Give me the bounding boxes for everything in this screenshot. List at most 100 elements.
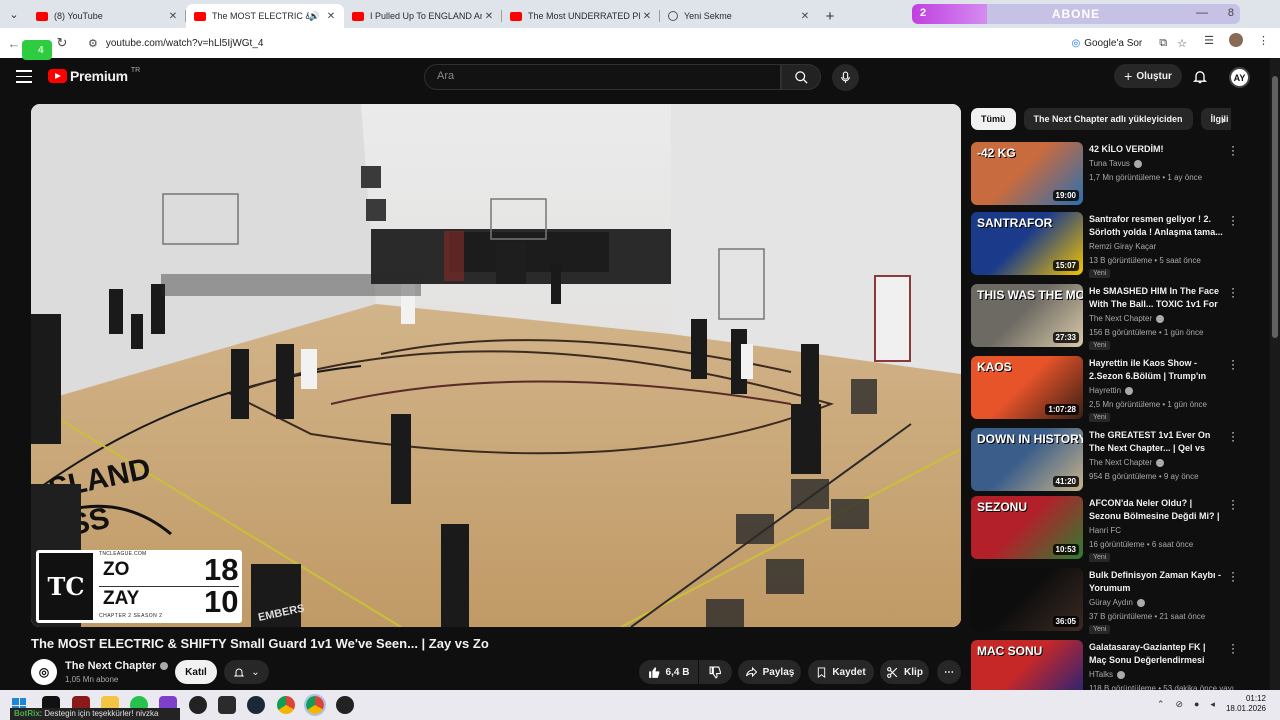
chrome-active-icon[interactable] xyxy=(304,694,326,716)
recommendation-item[interactable]: DOWN IN HISTORY 41:20 The GREATEST 1v1 Eve… xyxy=(971,426,1241,492)
more-vert-icon[interactable]: · · · xyxy=(1229,354,1237,374)
bookmark-star-icon[interactable]: ☆ xyxy=(1177,37,1187,50)
site-info-icon[interactable]: ⚙ xyxy=(88,37,98,50)
chip-from-uploader[interactable]: The Next Chapter adlı yükleyiciden xyxy=(1023,108,1193,130)
speaker-icon[interactable]: ◂ xyxy=(1210,699,1215,710)
recommendation-channel[interactable]: Hanri FC xyxy=(1089,526,1121,535)
search-button[interactable] xyxy=(781,64,821,90)
url-text[interactable]: youtube.com/watch?v=hLl5IjWGt_4 xyxy=(106,38,1072,49)
recommendation-channel[interactable]: Tuna Tavus xyxy=(1089,159,1142,168)
reload-icon[interactable]: ↻ xyxy=(50,31,74,55)
more-vert-icon[interactable]: · · · xyxy=(1229,638,1237,658)
youtube-premium-logo[interactable]: Premium TR xyxy=(48,67,140,84)
more-vert-icon[interactable]: · · · xyxy=(1229,140,1237,160)
recommendation-channel[interactable]: Güray Aydın xyxy=(1089,598,1145,607)
page-scrollbar[interactable] xyxy=(1270,58,1280,690)
video-thumbnail[interactable]: 36:05 xyxy=(971,568,1083,631)
related-filter-chips: Tümü The Next Chapter adlı yükleyiciden … xyxy=(971,108,1231,130)
more-vert-icon[interactable]: · · · xyxy=(1229,426,1237,446)
video-thumbnail[interactable]: SEZONU 10:53 xyxy=(971,496,1083,559)
channel-avatar[interactable]: ◎ xyxy=(31,659,57,685)
chevron-right-icon[interactable]: › xyxy=(1214,110,1232,128)
recommendation-channel[interactable]: Remzi Giray Kaçar xyxy=(1089,242,1156,251)
recommendation-channel[interactable]: HTalks xyxy=(1089,670,1126,679)
kebab-menu-icon[interactable]: ⋮ xyxy=(1258,34,1269,47)
video-thumbnail[interactable]: SANTRAFOR 15:07 xyxy=(971,212,1083,275)
microphone-icon[interactable]: ● xyxy=(1194,699,1199,709)
video-thumbnail[interactable]: KAOS 1:07:28 xyxy=(971,356,1083,419)
network-icon[interactable]: ⊘ xyxy=(1175,699,1183,710)
recommendation-title[interactable]: The GREATEST 1v1 Ever On The Next Chapte… xyxy=(1089,429,1223,456)
recommendation-title[interactable]: AFCON'da Neler Oldu? | Sezonu Bölmesine … xyxy=(1089,497,1223,524)
more-vert-icon[interactable]: · · · xyxy=(1229,210,1237,230)
subscription-bell-button[interactable]: ⌄ xyxy=(224,660,269,684)
more-vert-icon[interactable]: · · · xyxy=(1229,566,1237,586)
close-tab-icon[interactable]: ✕ xyxy=(482,9,496,23)
close-tab-icon[interactable]: ✕ xyxy=(640,9,654,23)
new-tab-plus-icon[interactable]: + xyxy=(818,4,842,28)
recommendation-item[interactable]: THIS WAS THE MOST 27:33 He SMASHED HIM In … xyxy=(971,282,1241,350)
recommendation-channel[interactable]: The Next Chapter xyxy=(1089,458,1165,467)
search-input[interactable]: Ara xyxy=(424,64,781,90)
recommendation-item[interactable]: -42 KG 19:00 42 KİLO VERDİM! Tuna Tavus 1,7 … xyxy=(971,140,1241,206)
more-vert-icon[interactable]: · · · xyxy=(1229,494,1237,514)
recommendation-title[interactable]: Galatasaray-Gaziantep FK | Maç Sonu Değe… xyxy=(1089,641,1223,667)
recommendation-item[interactable]: SEZONU 10:53 AFCON'da Neler Oldu? | Sezonu… xyxy=(971,494,1241,562)
extension-badge[interactable]: 4 xyxy=(22,40,52,60)
chevron-up-icon[interactable]: ⌃ xyxy=(1157,699,1165,710)
more-actions-icon[interactable]: ⋯ xyxy=(937,660,961,684)
minimize-icon[interactable]: — xyxy=(1196,5,1208,19)
address-bar[interactable]: ⚙ youtube.com/watch?v=hLl5IjWGt_4 ◎ Googl… xyxy=(80,31,1200,55)
tab-current-video[interactable]: The MOST ELECTRIC & SHIFTY 🔊 ✕ xyxy=(186,4,344,28)
speaker-icon[interactable]: 🔊 xyxy=(309,11,320,22)
like-button[interactable]: 6,4 B xyxy=(639,660,698,684)
close-tab-icon[interactable]: ✕ xyxy=(798,9,812,23)
clip-button[interactable]: Klip xyxy=(880,660,929,684)
google-lens-button[interactable]: ◎ Google'a Sor xyxy=(1071,38,1142,49)
video-thumbnail[interactable]: -42 KG 19:00 xyxy=(971,142,1083,205)
recommendation-title[interactable]: He SMASHED HIM In The Face With The Ball… xyxy=(1089,285,1223,312)
close-tab-icon[interactable]: ✕ xyxy=(324,9,338,23)
dislike-button[interactable] xyxy=(699,660,732,684)
notifications-bell-icon[interactable] xyxy=(1192,68,1210,86)
clock[interactable]: 01:12 18.01.2026 xyxy=(1226,694,1266,714)
recommendation-title[interactable]: 42 KİLO VERDİM! xyxy=(1089,143,1223,156)
reading-list-icon[interactable]: ☰ xyxy=(1204,34,1214,47)
video-thumbnail[interactable]: THIS WAS THE MOST 27:33 xyxy=(971,284,1083,347)
create-button[interactable]: + Oluştur xyxy=(1114,64,1182,88)
recommendation-title[interactable]: Bulk Definisyon Zaman Kaybı - Yorumum xyxy=(1089,569,1223,595)
more-vert-icon[interactable]: · · · xyxy=(1229,282,1237,302)
recommendation-item[interactable]: KAOS 1:07:28 Hayrettin ile Kaos Show - 2.S… xyxy=(971,354,1241,422)
tab-search-chevron-icon[interactable]: ⌄ xyxy=(0,0,28,28)
save-button[interactable]: Kaydet xyxy=(808,660,874,684)
video-thumbnail[interactable]: DOWN IN HISTORY 41:20 xyxy=(971,428,1083,491)
tab-youtube-home[interactable]: (8) YouTube ✕ xyxy=(28,4,186,28)
join-button[interactable]: Katıl xyxy=(175,660,217,684)
recommendation-channel[interactable]: Hayrettin xyxy=(1089,386,1134,395)
chip-all[interactable]: Tümü xyxy=(971,108,1016,130)
channel-name[interactable]: The Next Chapter xyxy=(65,660,169,672)
recommendation-title[interactable]: Santrafor resmen geliyor ! 2. Sörloth yo… xyxy=(1089,213,1223,239)
recommendation-item[interactable]: 36:05 Bulk Definisyon Zaman Kaybı - Yorum… xyxy=(971,566,1241,634)
tab-england-video[interactable]: I Pulled Up To ENGLAND And W ✕ xyxy=(344,4,502,28)
profile-avatar[interactable] xyxy=(1229,33,1243,47)
install-app-icon[interactable]: ⧉ xyxy=(1159,37,1167,50)
close-tab-icon[interactable]: ✕ xyxy=(166,9,180,23)
recommendation-title[interactable]: Hayrettin ile Kaos Show - 2.Sezon 6.Bölü… xyxy=(1089,357,1223,384)
video-player[interactable]: SLAND NESS EMBERS xyxy=(31,104,961,627)
voice-search-button[interactable] xyxy=(832,64,859,91)
epic-games-icon[interactable] xyxy=(218,696,236,714)
steam-icon[interactable] xyxy=(247,696,265,714)
app-icon-record[interactable] xyxy=(336,696,354,714)
tab-new-tab[interactable]: Yeni Sekme ✕ xyxy=(660,4,818,28)
app-icon-circle[interactable] xyxy=(189,696,207,714)
account-avatar[interactable]: AY xyxy=(1229,67,1250,88)
chrome-icon[interactable] xyxy=(277,696,295,714)
share-button[interactable]: Paylaş xyxy=(738,660,801,684)
recommendation-item[interactable]: SANTRAFOR 15:07 Santrafor resmen geliyor !… xyxy=(971,210,1241,278)
scrollbar-thumb[interactable] xyxy=(1272,76,1278,338)
subscribe-goal-overlay: 2 ABONE — 8 xyxy=(912,4,1240,24)
hamburger-menu-icon[interactable] xyxy=(16,70,32,83)
recommendation-channel[interactable]: The Next Chapter xyxy=(1089,314,1165,323)
tab-underrated-video[interactable]: The Most UNDERRATED Player ✕ xyxy=(502,4,660,28)
